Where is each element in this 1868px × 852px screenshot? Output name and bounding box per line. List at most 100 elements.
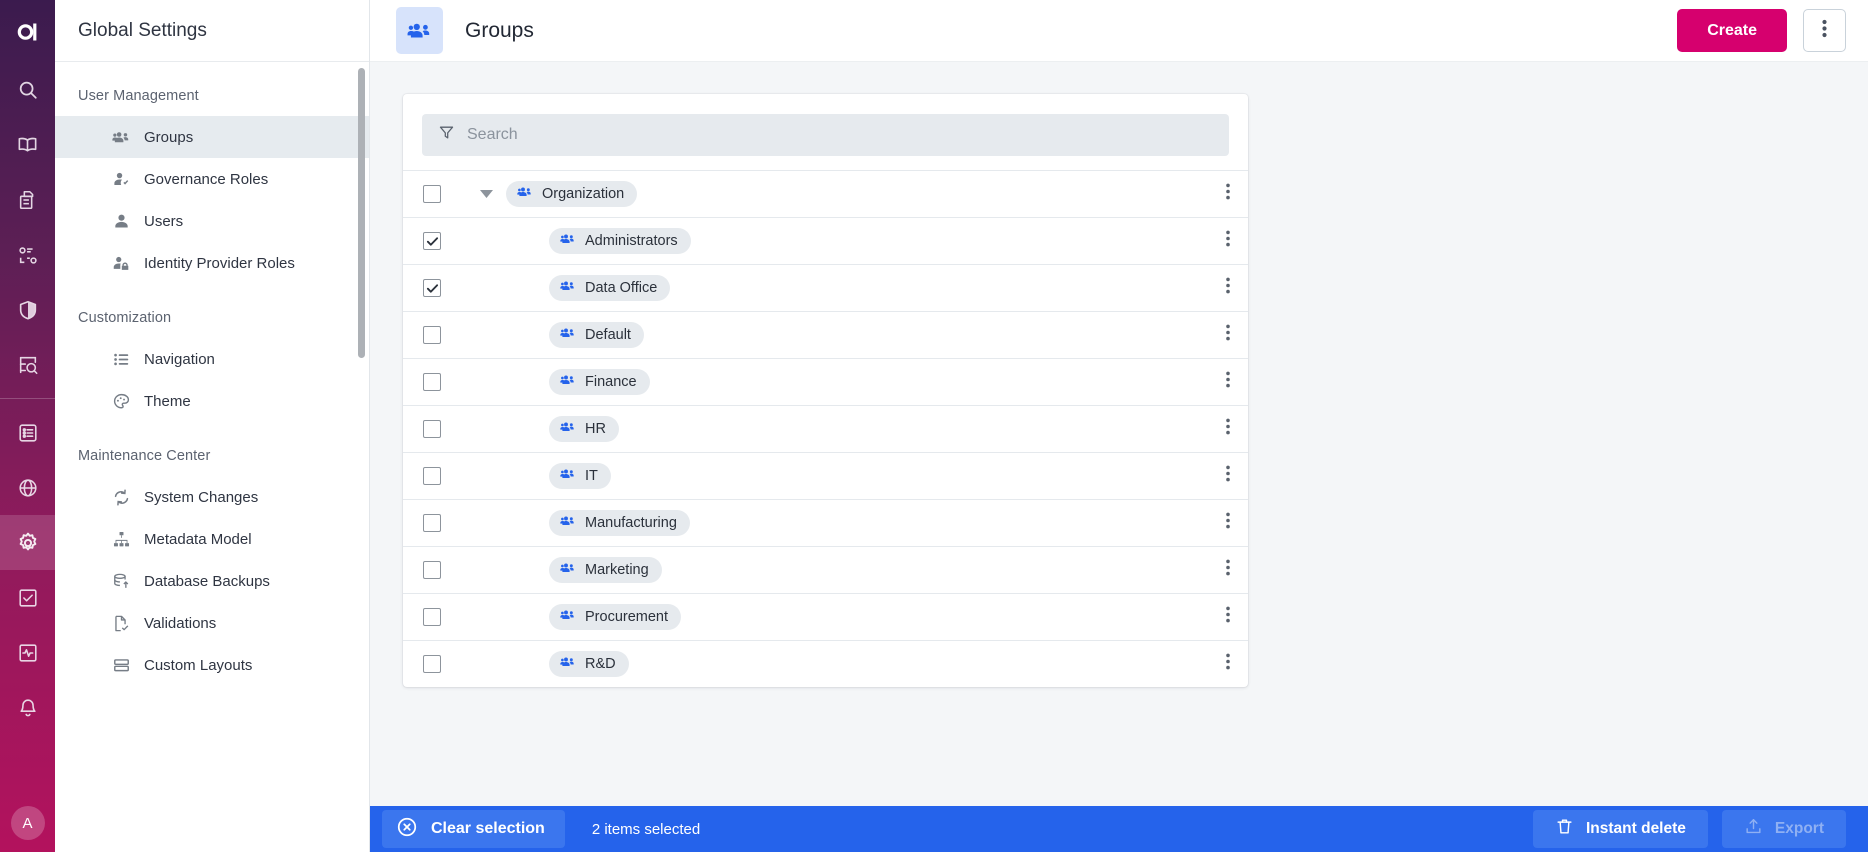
sidebar-item-users[interactable]: Users bbox=[55, 200, 369, 242]
instant-delete-label: Instant delete bbox=[1586, 820, 1686, 838]
row-more-options-button[interactable] bbox=[1208, 418, 1248, 440]
group-chip[interactable]: Marketing bbox=[549, 557, 662, 583]
more-options-icon bbox=[1226, 371, 1230, 393]
more-options-icon bbox=[1226, 324, 1230, 346]
sidebar-item-identity-provider-roles[interactable]: Identity Provider Roles bbox=[55, 242, 369, 284]
sidebar-item-governance-roles[interactable]: Governance Roles bbox=[55, 158, 369, 200]
table-row-organization[interactable]: Organization bbox=[403, 170, 1248, 217]
row-more-options-button[interactable] bbox=[1208, 653, 1248, 675]
clear-selection-button[interactable]: Clear selection bbox=[382, 810, 565, 848]
table-row[interactable]: Procurement bbox=[403, 593, 1248, 640]
sidebar-item-system-changes[interactable]: System Changes bbox=[55, 476, 369, 518]
more-options-icon bbox=[1226, 559, 1230, 581]
row-checkbox[interactable] bbox=[423, 561, 441, 579]
create-button[interactable]: Create bbox=[1677, 9, 1787, 52]
row-more-options-button[interactable] bbox=[1208, 606, 1248, 628]
groups-icon bbox=[396, 7, 443, 54]
group-chip[interactable]: Administrators bbox=[549, 228, 691, 254]
sidebar-item-metadata-model[interactable]: Metadata Model bbox=[55, 518, 369, 560]
row-more-options-button[interactable] bbox=[1208, 512, 1248, 534]
group-chip[interactable]: HR bbox=[549, 416, 619, 442]
table-row[interactable]: Manufacturing bbox=[403, 499, 1248, 546]
app-logo[interactable] bbox=[0, 0, 55, 62]
sidebar-item-navigation[interactable]: Navigation bbox=[55, 338, 369, 380]
export-button[interactable]: Export bbox=[1722, 810, 1846, 848]
row-checkbox[interactable] bbox=[423, 655, 441, 673]
group-chip[interactable]: Finance bbox=[549, 369, 650, 395]
instant-delete-button[interactable]: Instant delete bbox=[1533, 810, 1708, 848]
row-more-options-button[interactable] bbox=[1208, 230, 1248, 252]
row-more-options-button[interactable] bbox=[1208, 277, 1248, 299]
search-input[interactable] bbox=[467, 126, 1213, 144]
rail-item-search[interactable] bbox=[0, 62, 55, 117]
table-row[interactable]: HR bbox=[403, 405, 1248, 452]
row-checkbox[interactable] bbox=[423, 185, 441, 203]
sidebar-item-theme[interactable]: Theme bbox=[55, 380, 369, 422]
rail-item-data-model[interactable] bbox=[0, 227, 55, 282]
palette-icon bbox=[112, 392, 131, 411]
rail-item-settings[interactable] bbox=[0, 515, 55, 570]
rail-item-queries[interactable] bbox=[0, 337, 55, 392]
sidebar-item-groups[interactable]: Groups bbox=[55, 116, 369, 158]
table-row[interactable]: Administrators bbox=[403, 217, 1248, 264]
table-row[interactable]: Marketing bbox=[403, 546, 1248, 593]
sidebar-item-database-backups[interactable]: Database Backups bbox=[55, 560, 369, 602]
group-chip-label: Finance bbox=[585, 374, 637, 390]
groups-icon bbox=[560, 466, 576, 486]
rail-item-monitoring[interactable] bbox=[0, 625, 55, 680]
database-icon bbox=[112, 572, 131, 591]
sidebar-item-label: Users bbox=[144, 213, 183, 230]
shield-icon bbox=[17, 299, 39, 321]
user-lock-icon bbox=[112, 254, 131, 273]
group-chip[interactable]: Manufacturing bbox=[549, 510, 690, 536]
rail-item-tasks[interactable] bbox=[0, 570, 55, 625]
table-row[interactable]: Default bbox=[403, 311, 1248, 358]
row-checkbox[interactable] bbox=[423, 420, 441, 438]
row-more-options-button[interactable] bbox=[1208, 371, 1248, 393]
sidebar-item-custom-layouts[interactable]: Custom Layouts bbox=[55, 644, 369, 686]
sidebar-section-customization: Customization bbox=[55, 284, 369, 338]
rail-item-policies[interactable] bbox=[0, 282, 55, 337]
group-chip[interactable]: Organization bbox=[506, 181, 637, 207]
sidebar-scrollbar[interactable] bbox=[358, 68, 365, 358]
row-more-options-button[interactable] bbox=[1208, 183, 1248, 205]
table-row[interactable]: Data Office bbox=[403, 264, 1248, 311]
row-checkbox[interactable] bbox=[423, 232, 441, 250]
top-bar: Groups Create bbox=[370, 0, 1868, 62]
row-checkbox[interactable] bbox=[423, 514, 441, 532]
chevron-down-icon[interactable] bbox=[480, 190, 494, 199]
rail-item-sources[interactable] bbox=[0, 460, 55, 515]
avatar[interactable]: A bbox=[11, 806, 45, 840]
rail-item-documents[interactable] bbox=[0, 172, 55, 227]
group-chip[interactable]: Data Office bbox=[549, 275, 670, 301]
table-row[interactable]: IT bbox=[403, 452, 1248, 499]
row-more-options-button[interactable] bbox=[1208, 465, 1248, 487]
row-checkbox[interactable] bbox=[423, 326, 441, 344]
rail-item-catalog[interactable] bbox=[0, 405, 55, 460]
table-row[interactable]: Finance bbox=[403, 358, 1248, 405]
row-checkbox[interactable] bbox=[423, 279, 441, 297]
sidebar-item-label: Database Backups bbox=[144, 573, 270, 590]
table-row[interactable]: R&D bbox=[403, 640, 1248, 687]
content-area: Organization Administrators Data Office De… bbox=[370, 62, 1868, 852]
rail-item-glossary[interactable] bbox=[0, 117, 55, 172]
sidebar-item-label: Navigation bbox=[144, 351, 215, 368]
main-area: Groups Create bbox=[370, 0, 1868, 852]
icon-rail: A bbox=[0, 0, 55, 852]
page-more-options-button[interactable] bbox=[1803, 9, 1846, 52]
row-more-options-button[interactable] bbox=[1208, 559, 1248, 581]
file-check-icon bbox=[112, 614, 131, 633]
rail-item-notifications[interactable] bbox=[0, 680, 55, 735]
search-box[interactable] bbox=[422, 114, 1229, 156]
row-checkbox[interactable] bbox=[423, 373, 441, 391]
page-heading: Groups bbox=[465, 19, 534, 43]
sidebar-item-validations[interactable]: Validations bbox=[55, 602, 369, 644]
group-chip[interactable]: IT bbox=[549, 463, 611, 489]
list-icon bbox=[17, 422, 39, 444]
group-chip[interactable]: R&D bbox=[549, 651, 629, 677]
group-chip[interactable]: Default bbox=[549, 322, 644, 348]
group-chip[interactable]: Procurement bbox=[549, 604, 681, 630]
row-more-options-button[interactable] bbox=[1208, 324, 1248, 346]
row-checkbox[interactable] bbox=[423, 608, 441, 626]
row-checkbox[interactable] bbox=[423, 467, 441, 485]
